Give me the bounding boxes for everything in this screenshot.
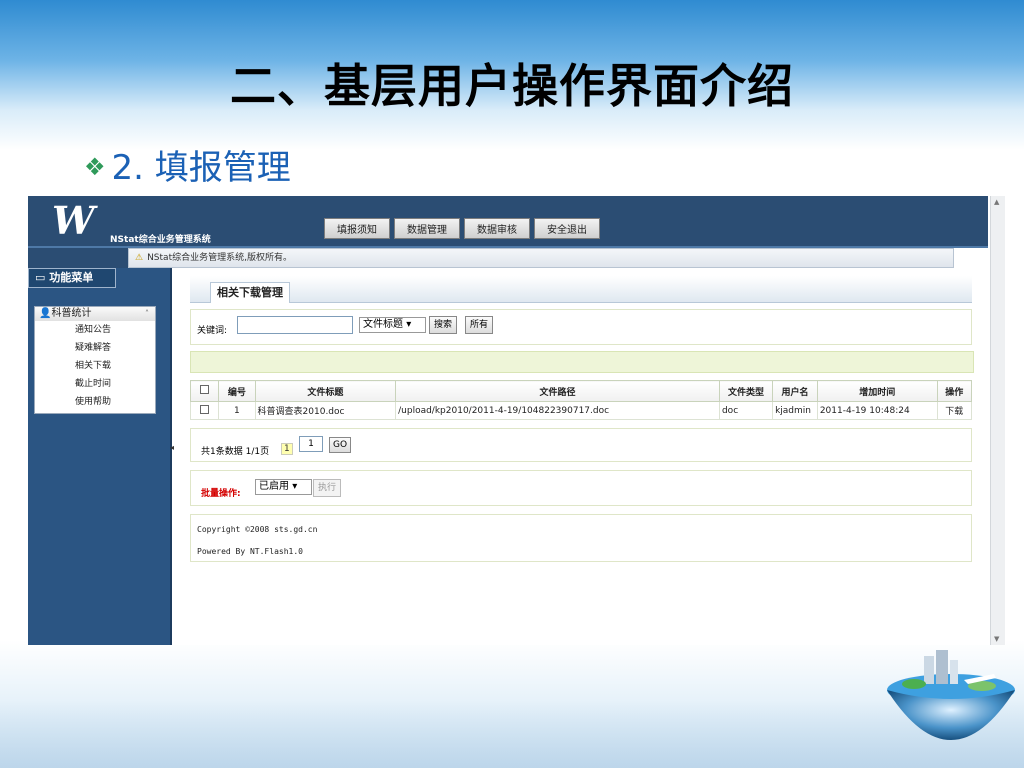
table-row: 1 科普调查表2010.doc /upload/kp2010/2011-4-19… (189, 401, 973, 420)
function-menu-header[interactable]: ▭ 功能菜单 (28, 268, 116, 288)
search-field-select[interactable]: 文件标题 ▾ (359, 317, 426, 333)
col-type: 文件类型 (718, 380, 774, 402)
batch-status-select[interactable]: 已启用 ▾ (255, 479, 312, 495)
sidebar-item-downloads[interactable]: 相关下载 (35, 357, 155, 375)
notice-bar: ⚠ NStat综合业务管理系统,版权所有。 (128, 248, 954, 268)
batch-status-value: 已启用 (259, 481, 289, 492)
go-button[interactable]: GO (329, 437, 352, 453)
table-header-row: 编号 文件标题 文件路径 文件类型 用户名 增加时间 操作 (189, 380, 973, 402)
menu-panel: 👤科普统计 ˄ 通知公告 疑难解答 相关下载 截止时间 使用帮助 (34, 306, 156, 414)
col-action: 操作 (936, 380, 973, 402)
nav-fill-notice-button[interactable]: 填报须知 (324, 218, 390, 239)
footer-panel: Copyright ©2008 sts.gd.cn Powered By NT.… (190, 514, 972, 562)
system-name: NStat综合业务管理系统 (110, 235, 211, 245)
menu-group-title[interactable]: 👤科普统计 ˄ (35, 307, 155, 321)
current-page-link[interactable]: 1 (281, 443, 293, 455)
pager: 共1条数据 1/1页 1 1 GO (190, 428, 972, 462)
notice-text: NStat综合业务管理系统,版权所有。 (147, 253, 292, 263)
sidebar-item-faq[interactable]: 疑难解答 (35, 339, 155, 357)
notice-left-bar (28, 248, 128, 268)
pager-summary: 共1条数据 1/1页 (201, 447, 270, 457)
cell-path: /upload/kp2010/2011-4-19/104822390717.do… (395, 401, 720, 420)
info-icon: ⚠ (135, 253, 144, 263)
globe-city-decoration (887, 650, 1015, 740)
search-button[interactable]: 搜索 (429, 316, 458, 334)
top-nav: 填报须知 数据管理 数据审核 安全退出 (324, 218, 600, 239)
select-all-cell[interactable] (189, 380, 220, 402)
all-button[interactable]: 所有 (465, 316, 494, 334)
sidebar-item-deadline[interactable]: 截止时间 (35, 375, 155, 393)
sidebar: ▭ 功能菜单 👤科普统计 ˄ 通知公告 疑难解答 相关下载 截止时间 使用帮助 (28, 268, 172, 645)
cell-time: 2011-4-19 10:48:24 (816, 401, 938, 420)
cell-type: doc (718, 401, 774, 420)
slide-title: 二、基层用户操作界面介绍 (230, 59, 794, 113)
batch-panel: 批量操作: 已启用 ▾ 执行 (190, 470, 972, 506)
nav-data-review-button[interactable]: 数据审核 (464, 218, 530, 239)
logo: W (52, 198, 95, 243)
nav-logout-button[interactable]: 安全退出 (534, 218, 600, 239)
app-window: W NStat综合业务管理系统 填报须知 数据管理 数据审核 安全退出 ⚠ NSt… (28, 196, 1006, 645)
dropdown-arrow-icon: ▾ (406, 319, 412, 330)
app-header: W NStat综合业务管理系统 填报须知 数据管理 数据审核 安全退出 (28, 196, 988, 248)
collapse-sidebar-icon[interactable]: ◂ (170, 443, 174, 452)
col-title: 文件标题 (254, 380, 397, 402)
cell-user: kjadmin (772, 401, 818, 420)
powered-by-text: Powered By NT.Flash1.0 (197, 547, 303, 556)
search-panel: 关键词: 文件标题 ▾ 搜索 所有 (190, 309, 972, 345)
copyright-text: Copyright ©2008 sts.gd.cn (197, 525, 318, 534)
keyword-input[interactable] (237, 316, 353, 334)
select-all-checkbox[interactable] (200, 385, 210, 394)
tab-downloads-manage[interactable]: 相关下载管理 (210, 282, 290, 303)
monitor-icon: ▭ (35, 271, 50, 284)
download-link[interactable]: 下载 (936, 401, 973, 420)
downloads-table: 编号 文件标题 文件路径 文件类型 用户名 增加时间 操作 1 科普调查表201… (189, 380, 973, 420)
batch-label: 批量操作: (201, 489, 241, 499)
function-menu-label: 功能菜单 (49, 271, 94, 284)
scroll-down-icon[interactable]: ▼ (994, 635, 999, 643)
user-icon: 👤 (39, 308, 52, 319)
vertical-scrollbar[interactable]: ▲ ▼ (990, 196, 1005, 645)
row-checkbox[interactable] (200, 404, 210, 414)
decorative-wave (0, 700, 1024, 768)
toolbar-strip (190, 351, 974, 373)
sidebar-item-help[interactable]: 使用帮助 (35, 393, 155, 411)
col-path: 文件路径 (395, 380, 720, 402)
dropdown-arrow-icon: ▾ (292, 481, 298, 492)
subtitle-text: 2. 填报管理 (111, 148, 291, 188)
search-field-value: 文件标题 (363, 319, 403, 330)
sidebar-item-notice[interactable]: 通知公告 (35, 321, 155, 339)
menu-group-label: 科普统计 (51, 308, 92, 319)
slide-subtitle: ❖ 2. 填报管理 (84, 140, 291, 189)
chevron-up-icon: ˄ (145, 309, 149, 318)
col-time: 增加时间 (816, 380, 938, 402)
diamond-bullet-icon: ❖ (84, 153, 106, 181)
page-input[interactable]: 1 (299, 436, 323, 452)
col-id: 编号 (218, 380, 256, 402)
cell-title: 科普调查表2010.doc (254, 401, 397, 420)
row-select-cell[interactable] (189, 401, 220, 420)
nav-data-manage-button[interactable]: 数据管理 (394, 218, 460, 239)
execute-button[interactable]: 执行 (313, 479, 342, 497)
col-user: 用户名 (772, 380, 818, 402)
keyword-label: 关键词: (197, 326, 228, 336)
cell-id: 1 (218, 401, 256, 420)
scroll-up-icon[interactable]: ▲ (994, 198, 999, 206)
tab-bar: 相关下载管理 (190, 276, 972, 303)
